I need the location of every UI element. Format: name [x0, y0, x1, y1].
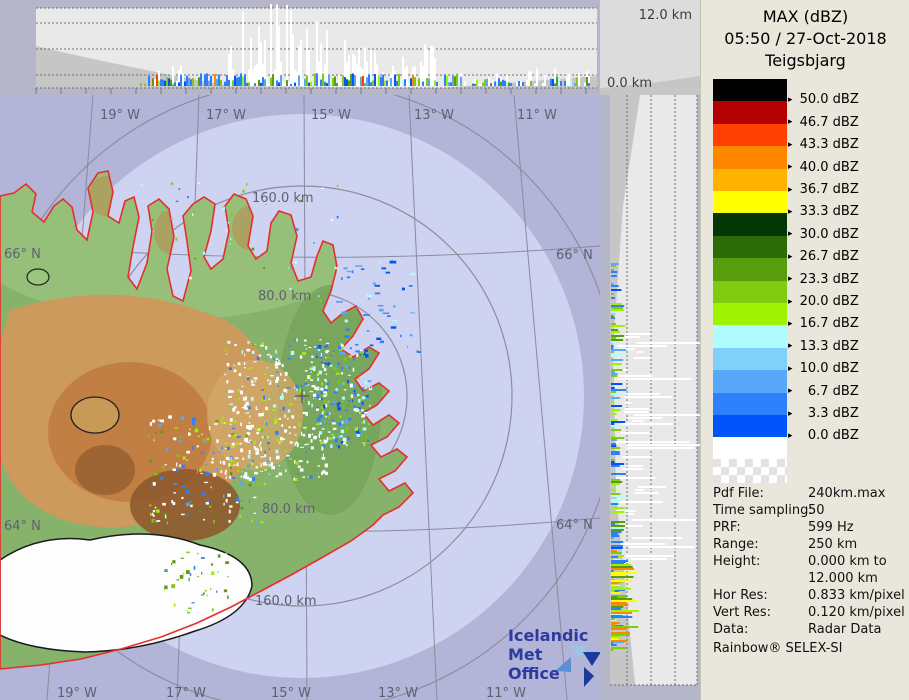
ns-height-profile-panel — [600, 95, 700, 700]
map-grid-label: 11° W — [517, 108, 557, 123]
height-min-label: 0.0 km — [607, 76, 652, 91]
info-label: Hor Res: — [713, 588, 768, 603]
height-scale-box: 12.0 km 0.0 km — [600, 0, 700, 95]
dbz-scale-entry: ▸ 3.3 dBZ — [788, 406, 859, 421]
dbz-scale-entry: ▸ 6.7 dBZ — [788, 383, 859, 399]
map-grid-label: 19° W — [57, 686, 97, 700]
dbz-scale-entry: ▸ 20.0 dBZ — [788, 294, 859, 309]
scale-arrow-icon: ▸ — [788, 386, 793, 397]
dbz-scale-entry: ▸ 30.0 dBZ — [788, 226, 859, 242]
info-value: 0.000 km to — [808, 554, 887, 569]
info-value: 50 — [808, 503, 825, 518]
scale-arrow-icon: ▸ — [788, 296, 793, 307]
info-label: Pdf File: — [713, 486, 764, 501]
dbz-scale-entry: ▸ 43.3 dBZ — [788, 137, 859, 153]
radar-application-window: 19° W 17° W 15° W 13° W 11° W 19° W 17° W 15° W… — [0, 0, 909, 700]
dbz-scale-labels: ▸ 50.0 dBZ ▸ 46.7 dBZ ▸ 43.3 dBZ ▸ 40.0 dBZ ▸ 36.… — [701, 0, 909, 480]
dbz-scale-entry: ▸ 13.3 dBZ — [788, 338, 859, 354]
info-row: 12.000 km — [713, 571, 908, 588]
scale-arrow-icon: ▸ — [788, 162, 793, 173]
dbz-scale-entry: ▸ 16.7 dBZ — [788, 316, 859, 332]
scale-arrow-icon: ▸ — [788, 94, 793, 105]
map-grid-label: 15° W — [271, 686, 311, 700]
map-grid-label: 80.0 km — [262, 502, 315, 517]
scale-arrow-icon: ▸ — [788, 430, 793, 441]
map-grid-label: 160.0 km — [252, 191, 314, 206]
scale-arrow-icon: ▸ — [788, 184, 793, 195]
scale-arrow-icon: ▸ — [788, 117, 793, 128]
map-grid-label: 64° N — [556, 518, 593, 533]
software-brand-label: Rainbow® SELEX-SI — [713, 641, 843, 656]
map-grid-label: 17° W — [166, 686, 206, 700]
dbz-scale-entry: ▸ 26.7 dBZ — [788, 249, 859, 265]
info-row: Height: 0.000 km to — [713, 554, 908, 571]
imo-logo-text: Icelandic Met Office — [508, 626, 600, 683]
map-grid-label: 19° W — [100, 108, 140, 123]
scale-arrow-icon: ▸ — [788, 408, 793, 419]
info-label: Time sampling: — [713, 503, 813, 518]
dbz-scale-entry: ▸ 40.0 dBZ — [788, 159, 859, 175]
info-label: Range: — [713, 537, 759, 552]
info-value: 12.000 km — [808, 571, 878, 586]
legend-panel: MAX (dBZ) 05:50 / 27-Oct-2018 Teigsbjarg… — [700, 0, 909, 700]
dbz-scale-entry: ▸ 33.3 dBZ — [788, 204, 859, 220]
imo-logo-line1: Icelandic Met — [508, 626, 589, 664]
map-grid-label: 13° W — [378, 686, 418, 700]
info-value: 240km.max — [808, 486, 886, 501]
dbz-scale-entry: ▸ 36.7 dBZ — [788, 182, 859, 197]
scale-arrow-icon: ▸ — [788, 363, 793, 374]
map-grid-label: 11° W — [486, 686, 526, 700]
scale-arrow-icon: ▸ — [788, 206, 793, 217]
scale-arrow-icon: ▸ — [788, 229, 793, 240]
small-icecap-outline — [70, 396, 120, 434]
ew-profile-plot — [0, 0, 600, 95]
info-label: PRF: — [713, 520, 741, 535]
map-grid-label: 160.0 km — [255, 594, 317, 609]
map-grid-label: 64° N — [4, 519, 41, 534]
small-icecap-outline — [26, 268, 50, 286]
info-row: Vert Res: 0.120 km/pixel — [713, 605, 908, 622]
dbz-scale-entry: ▸ 10.0 dBZ — [788, 361, 859, 377]
dbz-scale-entry: ▸ 46.7 dBZ — [788, 114, 859, 130]
info-value: 0.833 km/pixel — [808, 588, 905, 603]
map-grid-label: 80.0 km — [258, 289, 311, 304]
info-value: 599 Hz — [808, 520, 854, 535]
imo-logo-line2: Office — [508, 664, 560, 683]
info-row: Range: 250 km — [713, 537, 908, 554]
info-label: Vert Res: — [713, 605, 772, 620]
height-max-label: 12.0 km — [638, 8, 692, 23]
ew-height-profile-panel — [0, 0, 600, 95]
info-row: Time sampling: 50 — [713, 503, 908, 520]
scale-arrow-icon: ▸ — [788, 139, 793, 150]
map-grid-label: 15° W — [311, 108, 351, 123]
scale-arrow-icon: ▸ — [788, 341, 793, 352]
info-row: Hor Res: 0.833 km/pixel — [713, 588, 908, 605]
info-value: 0.120 km/pixel — [808, 605, 905, 620]
dbz-scale-entry: ▸ 0.0 dBZ — [788, 428, 859, 444]
info-value: 250 km — [808, 537, 858, 552]
scale-arrow-icon: ▸ — [788, 274, 793, 285]
info-value: Radar Data — [808, 622, 882, 637]
info-row: Data: Radar Data — [713, 622, 908, 639]
dbz-scale-entry: ▸ 23.3 dBZ — [788, 271, 859, 287]
radar-map-panel: 19° W 17° W 15° W 13° W 11° W 19° W 17° W 15° W… — [0, 0, 600, 700]
scale-arrow-icon: ▸ — [788, 251, 793, 262]
map-grid-label: 66° N — [556, 248, 593, 263]
scale-arrow-icon: ▸ — [788, 318, 793, 329]
map-grid-label: 66° N — [4, 247, 41, 262]
info-row: PRF: 599 Hz — [713, 520, 908, 537]
map-grid-label: 17° W — [206, 108, 246, 123]
ns-profile-plot — [600, 95, 700, 700]
radar-map-image: 19° W 17° W 15° W 13° W 11° W 19° W 17° W 15° W… — [0, 0, 600, 700]
map-grid-label: 13° W — [414, 108, 454, 123]
dbz-scale-entry: ▸ 50.0 dBZ — [788, 92, 859, 108]
info-row: Pdf File: 240km.max — [713, 486, 908, 503]
info-label: Height: — [713, 554, 761, 569]
info-label: Data: — [713, 622, 749, 637]
